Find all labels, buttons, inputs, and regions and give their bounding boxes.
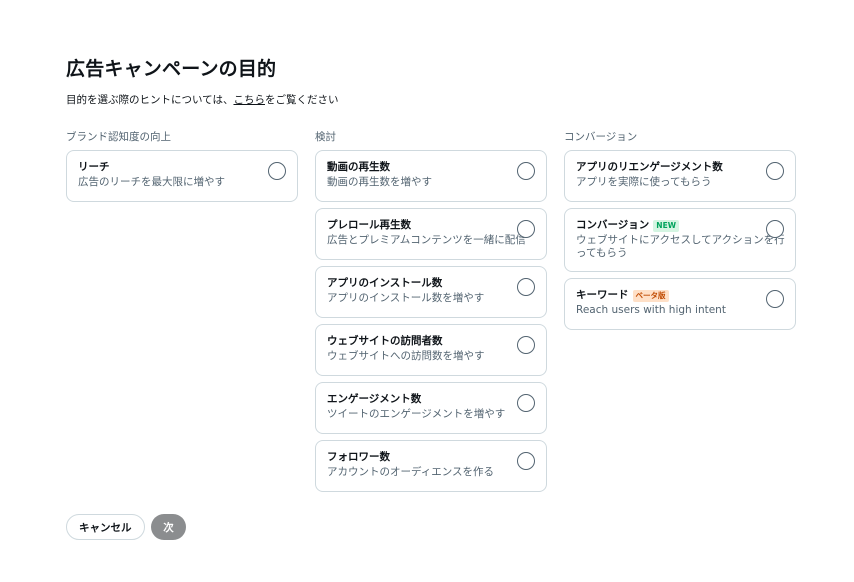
- beta-badge: ベータ版: [632, 289, 669, 302]
- card-description: 広告のリーチを最大限に増やす: [78, 176, 225, 188]
- card-title: コンバージョン: [576, 219, 650, 231]
- objective-card-engagements[interactable]: エンゲージメント数 ツイートのエンゲージメントを増やす: [315, 382, 547, 434]
- column-header: コンバージョン: [564, 131, 638, 143]
- card-description: 広告とプレミアムコンテンツを一緒に配信: [327, 234, 526, 246]
- card-title: リーチ: [78, 161, 110, 173]
- card-description: Reach users with high intent: [576, 304, 726, 316]
- objective-card-app-reengagements[interactable]: アプリのリエンゲージメント数 アプリを実際に使ってもらう: [564, 150, 796, 202]
- card-description: ウェブサイトにアクセスしてアクションを行ってもらう: [576, 234, 785, 259]
- radio-button[interactable]: [766, 162, 784, 180]
- radio-button[interactable]: [517, 336, 535, 354]
- card-title: エンゲージメント数: [327, 393, 422, 405]
- radio-button[interactable]: [517, 278, 535, 296]
- card-description: ウェブサイトへの訪問数を増やす: [327, 350, 485, 362]
- radio-button[interactable]: [517, 452, 535, 470]
- card-title: アプリのリエンゲージメント数: [576, 161, 723, 173]
- objective-card-preroll-views[interactable]: プレロール再生数 広告とプレミアムコンテンツを一緒に配信: [315, 208, 547, 260]
- cancel-button[interactable]: キャンセル: [66, 514, 145, 540]
- card-description: ツイートのエンゲージメントを増やす: [327, 408, 506, 420]
- column-conversion: コンバージョン アプリのリエンゲージメント数 アプリを実際に使ってもらう コンバ…: [564, 130, 796, 336]
- radio-button[interactable]: [517, 220, 535, 238]
- hint-link[interactable]: こちら: [233, 94, 265, 106]
- radio-button[interactable]: [766, 220, 784, 238]
- hint-text: 目的を選ぶ際のヒントについては、こちらをご覧ください: [66, 92, 338, 107]
- objective-card-keywords[interactable]: キーワード ベータ版 Reach users with high intent: [564, 278, 796, 330]
- card-description: アプリのインストール数を増やす: [327, 292, 485, 304]
- hint-suffix: をご覧ください: [264, 94, 339, 106]
- column-header: 検討: [315, 131, 336, 143]
- page-title: 広告キャンペーンの目的: [66, 58, 277, 80]
- card-title: 動画の再生数: [327, 161, 390, 173]
- card-title: フォロワー数: [327, 451, 390, 463]
- card-title: アプリのインストール数: [327, 277, 443, 289]
- next-button[interactable]: 次: [151, 514, 186, 540]
- objective-card-followers[interactable]: フォロワー数 アカウントのオーディエンスを作る: [315, 440, 547, 492]
- card-description: 動画の再生数を増やす: [327, 176, 432, 188]
- objective-card-conversions[interactable]: コンバージョン NEW ウェブサイトにアクセスしてアクションを行ってもらう: [564, 208, 796, 272]
- hint-prefix: 目的を選ぶ際のヒントについては、: [66, 94, 234, 106]
- objective-card-video-views[interactable]: 動画の再生数 動画の再生数を増やす: [315, 150, 547, 202]
- new-badge: NEW: [653, 219, 679, 232]
- card-description: アカウントのオーディエンスを作る: [327, 466, 495, 478]
- radio-button[interactable]: [766, 290, 784, 308]
- card-title: プレロール再生数: [327, 219, 411, 231]
- radio-button[interactable]: [517, 162, 535, 180]
- card-title: ウェブサイトの訪問者数: [327, 335, 443, 347]
- objective-card-website-visits[interactable]: ウェブサイトの訪問者数 ウェブサイトへの訪問数を増やす: [315, 324, 547, 376]
- card-title: キーワード: [576, 289, 629, 301]
- card-description: アプリを実際に使ってもらう: [576, 176, 712, 188]
- column-consideration: 検討 動画の再生数 動画の再生数を増やす プレロール再生数 広告とプレミアムコン…: [315, 130, 547, 498]
- column-header: ブランド認知度の向上: [66, 131, 171, 143]
- objective-card-reach[interactable]: リーチ 広告のリーチを最大限に増やす: [66, 150, 298, 202]
- objective-card-app-installs[interactable]: アプリのインストール数 アプリのインストール数を増やす: [315, 266, 547, 318]
- radio-button[interactable]: [517, 394, 535, 412]
- radio-button[interactable]: [268, 162, 286, 180]
- column-awareness: ブランド認知度の向上 リーチ 広告のリーチを最大限に増やす: [66, 130, 298, 208]
